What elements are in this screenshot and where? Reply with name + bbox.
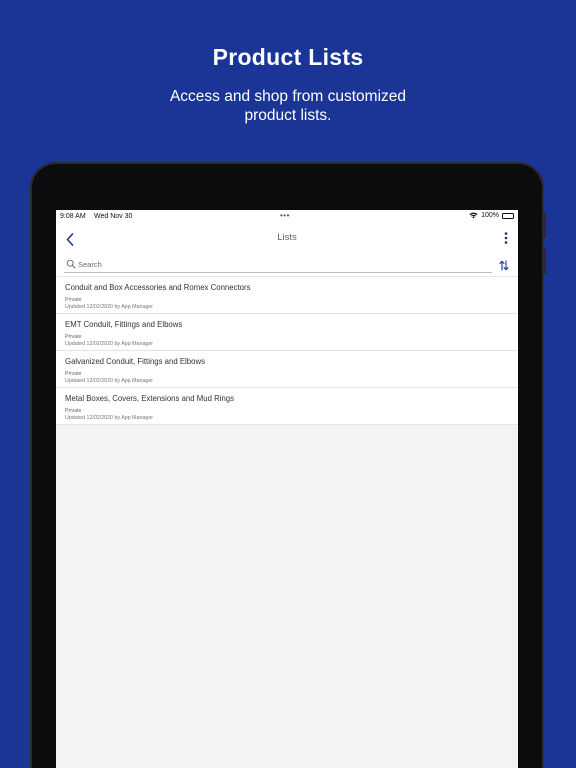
- list-item[interactable]: Galvanized Conduit, Fittings and Elbows …: [56, 351, 518, 388]
- list-item-title: EMT Conduit, Fittings and Elbows: [65, 320, 183, 329]
- battery-percent: 100%: [481, 212, 499, 219]
- product-lists: Conduit and Box Accessories and Romex Co…: [56, 276, 518, 425]
- list-item-updated: Updated 12/02/2020 by App Manager: [65, 304, 154, 310]
- more-options-button[interactable]: [502, 230, 510, 246]
- list-item[interactable]: Metal Boxes, Covers, Extensions and Mud …: [56, 388, 518, 425]
- sort-button[interactable]: [498, 258, 510, 272]
- tablet-side-button-top: [543, 212, 546, 238]
- list-item-title: Galvanized Conduit, Fittings and Elbows: [65, 357, 205, 366]
- list-item-updated: Updated 12/02/2020 by App Manager: [65, 415, 154, 421]
- wifi-icon: [469, 212, 478, 219]
- list-item-visibility: Private: [65, 297, 82, 303]
- multitasking-dots[interactable]: •••: [280, 211, 290, 220]
- search-icon: [66, 259, 76, 269]
- list-item-visibility: Private: [65, 371, 82, 377]
- list-item[interactable]: Conduit and Box Accessories and Romex Co…: [56, 277, 518, 314]
- vertical-ellipsis-icon: [504, 232, 508, 244]
- list-item-updated: Updated 12/02/2020 by App Manager: [65, 341, 154, 347]
- status-bar: 9:08 AM Wed Nov 30 ••• 100%: [56, 210, 518, 224]
- list-item[interactable]: EMT Conduit, Fittings and Elbows Private…: [56, 314, 518, 351]
- search-bar: [56, 254, 518, 276]
- hero-subtitle: Access and shop from customized product …: [169, 88, 407, 124]
- list-item-title: Conduit and Box Accessories and Romex Co…: [65, 283, 251, 292]
- status-indicators: 100%: [469, 212, 514, 219]
- battery-icon: [502, 212, 514, 219]
- tablet-side-button-bottom: [543, 248, 546, 274]
- navigation-bar: Lists: [56, 224, 518, 254]
- list-item-updated: Updated 12/02/2020 by App Manager: [65, 378, 154, 384]
- status-date: Wed Nov 30: [94, 213, 133, 220]
- hero-title: Product Lists: [212, 44, 364, 70]
- list-item-visibility: Private: [65, 408, 82, 414]
- sort-arrows-icon: [499, 259, 509, 271]
- page-title: Lists: [277, 232, 297, 243]
- app-screen: 9:08 AM Wed Nov 30 ••• 100% Lists Search…: [56, 210, 518, 768]
- list-item-visibility: Private: [65, 334, 82, 340]
- marketing-screenshot: Product Lists Access and shop from custo…: [0, 0, 576, 768]
- search-field[interactable]: [64, 257, 492, 273]
- status-time: 9:08 AM: [60, 213, 86, 220]
- list-item-title: Metal Boxes, Covers, Extensions and Mud …: [65, 394, 235, 403]
- search-input[interactable]: [78, 258, 478, 270]
